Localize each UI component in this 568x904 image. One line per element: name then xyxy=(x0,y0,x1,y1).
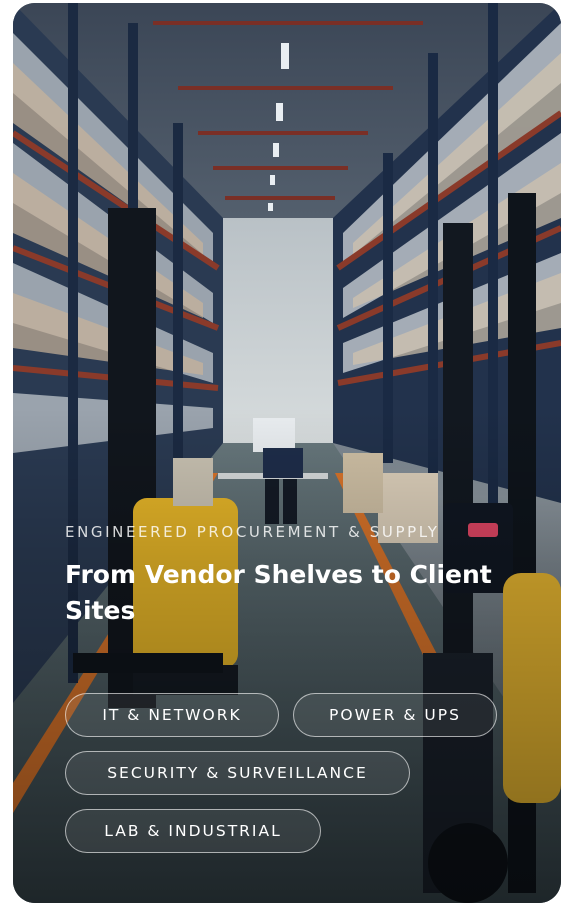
tag-power-ups[interactable]: POWER & UPS xyxy=(293,693,497,737)
tag-it-network[interactable]: IT & NETWORK xyxy=(65,693,279,737)
hero-title: From Vendor Shelves to Client Sites xyxy=(65,560,492,625)
hero-eyebrow: ENGINEERED PROCUREMENT & SUPPLY xyxy=(65,523,440,541)
tag-lab-industrial[interactable]: LAB & INDUSTRIAL xyxy=(65,809,321,853)
tag-security-surveillance[interactable]: SECURITY & SURVEILLANCE xyxy=(65,751,410,795)
hero-content: ENGINEERED PROCUREMENT & SUPPLY From Ven… xyxy=(65,521,505,629)
hero-card[interactable]: ENGINEERED PROCUREMENT & SUPPLY From Ven… xyxy=(13,3,561,903)
